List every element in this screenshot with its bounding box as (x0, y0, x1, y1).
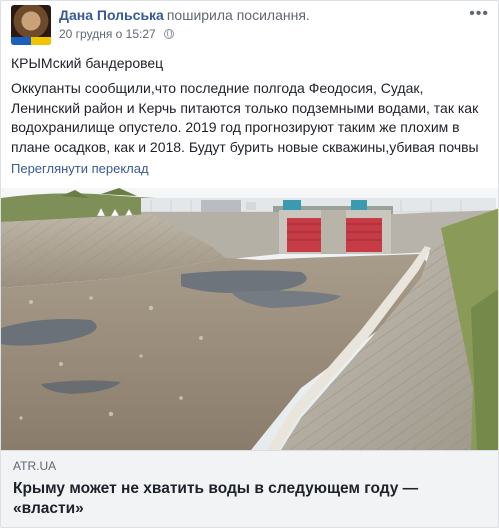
avatar[interactable] (11, 5, 51, 45)
link-preview-box[interactable]: ATR.UA Крыму может не хватить воды в сле… (1, 450, 498, 527)
post-body-text: Оккупанты сообщили,что последние полгода… (11, 80, 479, 155)
link-preview-image[interactable] (1, 188, 499, 450)
see-translation-link[interactable]: Переглянути переклад (11, 161, 149, 176)
author-line: Дана Польська поширила посилання. (59, 7, 310, 23)
more-icon[interactable]: ••• (469, 6, 489, 22)
globe-icon (164, 29, 175, 39)
post-action-text: поширила посилання. (166, 7, 310, 23)
timestamp-link[interactable]: 20 грудня о 15:27 (59, 27, 156, 41)
facebook-post: Дана Польська поширила посилання. 20 груд… (0, 0, 499, 528)
post-meta: 20 грудня о 15:27 (59, 27, 175, 41)
link-title[interactable]: Крыму может не хватить воды в следующем … (13, 479, 488, 519)
author-name[interactable]: Дана Польська (59, 7, 164, 23)
link-domain: ATR.UA (13, 459, 57, 473)
post-content: КРЫМский бандеровец Оккупанты сообщили,ч… (11, 54, 491, 157)
post-intro: КРЫМский бандеровец (11, 55, 164, 71)
post-header: Дана Польська поширила посилання. 20 груд… (11, 5, 491, 45)
